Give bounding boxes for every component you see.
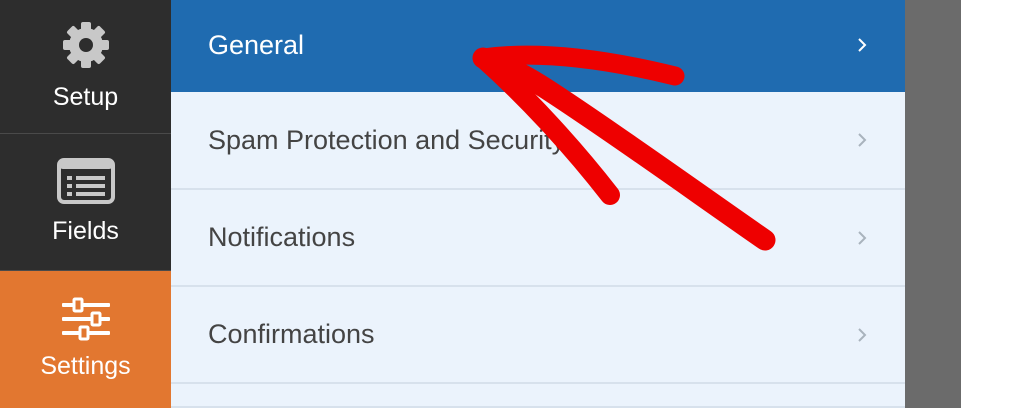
- settings-item-label: General: [208, 29, 305, 60]
- settings-item-next[interactable]: [171, 384, 905, 408]
- settings-item-notifications[interactable]: Notifications: [171, 190, 905, 287]
- chevron-right-icon: [858, 230, 867, 245]
- settings-item-label: Notifications: [208, 222, 356, 252]
- sidebar-item-label: Fields: [52, 217, 119, 245]
- chevron-right-icon: [858, 327, 867, 342]
- form-builder-window: Setup Fields Settings General Spam Prote…: [0, 0, 1024, 408]
- settings-item-label: Spam Protection and Security: [208, 124, 566, 155]
- sidebar-item-label: Settings: [40, 352, 131, 380]
- settings-item-confirmations[interactable]: Confirmations: [171, 287, 905, 384]
- settings-item-label: Confirmations: [208, 319, 375, 349]
- sidebar-item-settings[interactable]: Settings: [0, 271, 171, 408]
- fields-list-icon: [56, 158, 115, 204]
- sidebar-item-fields[interactable]: Fields: [0, 134, 171, 270]
- settings-item-spam-protection[interactable]: Spam Protection and Security: [171, 92, 905, 190]
- chevron-right-icon: [858, 38, 867, 52]
- settings-item-general[interactable]: General: [171, 0, 905, 92]
- sidebar-item-setup[interactable]: Setup: [0, 0, 171, 133]
- overlay-dim-area: [905, 0, 961, 408]
- page-margin: [961, 0, 1024, 408]
- builder-sidebar: Setup Fields Settings: [0, 0, 171, 408]
- settings-panel: General Spam Protection and Security Not…: [171, 0, 905, 408]
- gear-icon: [62, 22, 109, 68]
- sidebar-item-label: Setup: [52, 83, 119, 111]
- chevron-right-icon: [858, 133, 867, 147]
- sliders-icon: [61, 297, 110, 341]
